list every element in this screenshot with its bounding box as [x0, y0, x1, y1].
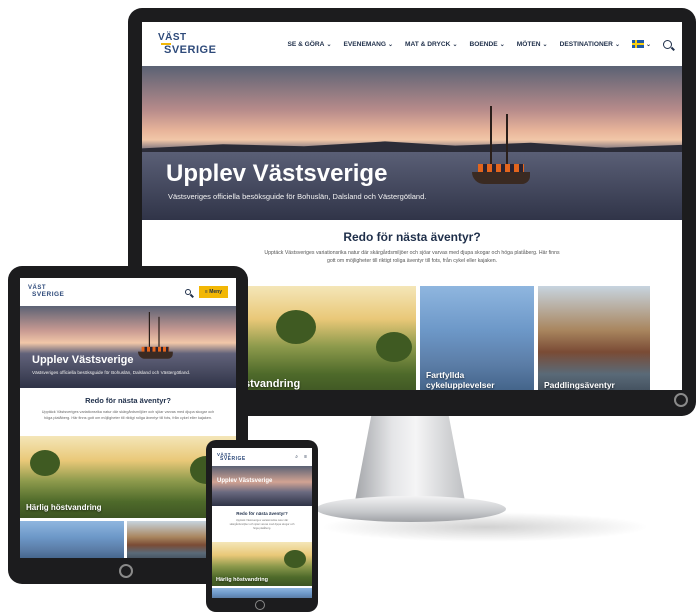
site-header: VÄST SVERIGE SE & GÖRA ⌄ EVENEMANG ⌄ MAT &…	[142, 22, 682, 66]
card-cycling[interactable]	[212, 588, 312, 598]
card-hiking[interactable]: Härlig höstvandring	[20, 436, 236, 518]
nav-label: DESTINATIONER	[559, 40, 613, 48]
power-icon	[119, 564, 133, 578]
intro-title: Redo för nästa äventyr?	[85, 396, 171, 405]
card-label: Fartfyllda cykelupplevelser	[426, 370, 495, 390]
intro-text: Upptäck Västsveriges variationsrika natu…	[229, 519, 295, 530]
hero-title: Upplev Västsverige	[32, 354, 134, 366]
nav-label: EVENEMANG	[343, 40, 386, 48]
nav-label: SE & GÖRA	[287, 40, 325, 48]
card-label: Härlig höstvandring	[216, 577, 268, 583]
search-icon[interactable]	[663, 39, 672, 49]
chevron-down-icon: ⌄	[326, 41, 332, 48]
main-nav: SE & GÖRA ⌄ EVENEMANG ⌄ MAT & DRYCK ⌄ BOEND…	[287, 39, 672, 49]
hero-title: Upplev Västsverige	[166, 160, 388, 187]
power-icon	[255, 600, 265, 610]
site-logo[interactable]: VÄST SVERIGE	[28, 285, 65, 298]
logo-line-2: SVERIGE	[164, 43, 217, 56]
nav-item-boende[interactable]: BOENDE ⌄	[469, 41, 504, 48]
nav-label: BOENDE	[469, 40, 498, 48]
sailboat-image	[472, 106, 532, 186]
phone-hero: Upplev Västsverige	[212, 466, 312, 506]
hero-subtitle: Västsveriges officiella besöksguide för …	[168, 192, 427, 201]
phone-screen: VÄST SVERIGE ⌕ ≡ Upplev Västsverige Redo…	[212, 448, 312, 598]
intro-section: Redo för nästa äventyr? Upptäck Västsver…	[212, 506, 312, 542]
menu-icon[interactable]: ≡	[304, 454, 307, 460]
hero-subtitle: Västsveriges officiella besöksguide för …	[32, 370, 191, 375]
nav-item-evenemang[interactable]: EVENEMANG ⌄	[343, 41, 393, 48]
chevron-down-icon: ⌄	[645, 41, 651, 48]
sweden-flag-icon	[631, 40, 644, 48]
phone-header-icons: ⌕ ≡	[295, 454, 307, 460]
search-icon[interactable]: ⌕	[295, 454, 298, 460]
monitor-stand-neck	[354, 414, 466, 502]
menu-button[interactable]: ≡ Meny	[198, 286, 228, 298]
nav-label: MAT & DRYCK	[405, 40, 451, 48]
chevron-down-icon: ⌄	[542, 41, 548, 48]
card-hiking[interactable]: stvandring	[246, 286, 416, 390]
nav-item-se-gora[interactable]: SE & GÖRA ⌄	[287, 41, 331, 48]
responsive-mockup: VÄST SVERIGE SE & GÖRA ⌄ EVENEMANG ⌄ MAT &…	[0, 0, 697, 613]
intro-text: Upptäck Västsveriges variationsrika natu…	[264, 250, 560, 264]
search-icon[interactable]	[184, 289, 191, 295]
nav-label: MÖTEN	[516, 40, 541, 48]
card-paddling[interactable]: Paddlingsäventyr	[538, 286, 650, 390]
intro-section: Redo för nästa äventyr? Upptäck Västsver…	[20, 388, 236, 436]
phone-device: VÄST SVERIGE ⌕ ≡ Upplev Västsverige Redo…	[206, 440, 318, 612]
site-logo[interactable]: VÄST SVERIGE	[158, 31, 217, 56]
intro-title: Redo för nästa äventyr?	[236, 511, 288, 516]
language-selector[interactable]: ⌄	[631, 40, 651, 48]
tablet-card-row	[20, 521, 236, 558]
chevron-down-icon: ⌄	[499, 41, 505, 48]
site-logo[interactable]: VÄST SVERIGE	[217, 452, 246, 462]
nav-item-moten[interactable]: MÖTEN ⌄	[517, 41, 548, 48]
monitor-stand-base	[316, 496, 506, 522]
intro-title: Redo för nästa äventyr?	[343, 230, 481, 244]
phone-header: VÄST SVERIGE ⌕ ≡	[212, 448, 312, 466]
logo-line-2: SVERIGE	[220, 455, 246, 462]
intro-text: Upptäck Västsveriges variationsrika natu…	[41, 410, 215, 420]
chevron-down-icon: ⌄	[452, 41, 458, 48]
logo-line-1: VÄST	[158, 31, 187, 43]
hero-title: Upplev Västsverige	[217, 478, 273, 484]
card-label: stvandring	[246, 378, 301, 390]
sailboat-image	[138, 312, 174, 360]
chevron-down-icon: ⌄	[387, 41, 394, 48]
tablet-menu: ≡ Meny	[184, 286, 228, 298]
card-label: Härlig höstvandring	[26, 503, 102, 512]
chevron-down-icon: ⌄	[614, 41, 620, 48]
card-cycling[interactable]: Fartfyllda cykelupplevelser	[420, 286, 534, 390]
logo-line-2: SVERIGE	[32, 290, 65, 298]
tablet-screen: VÄST SVERIGE ≡ Meny Upplev Västsverige V…	[20, 278, 236, 558]
card-label: Paddlingsäventyr	[544, 380, 615, 390]
hero-banner: Upplev Västsverige Västsveriges officiel…	[142, 66, 682, 220]
card-cycling[interactable]	[20, 521, 124, 558]
card-hiking[interactable]: Härlig höstvandring	[212, 542, 312, 586]
tablet-header: VÄST SVERIGE ≡ Meny	[20, 278, 236, 306]
nav-item-destinationer[interactable]: DESTINATIONER ⌄	[560, 41, 620, 48]
power-icon	[674, 393, 688, 407]
nav-item-mat-dryck[interactable]: MAT & DRYCK ⌄	[405, 41, 457, 48]
menu-label: Meny	[209, 289, 222, 295]
tablet-hero: Upplev Västsverige Västsveriges officiel…	[20, 306, 236, 388]
